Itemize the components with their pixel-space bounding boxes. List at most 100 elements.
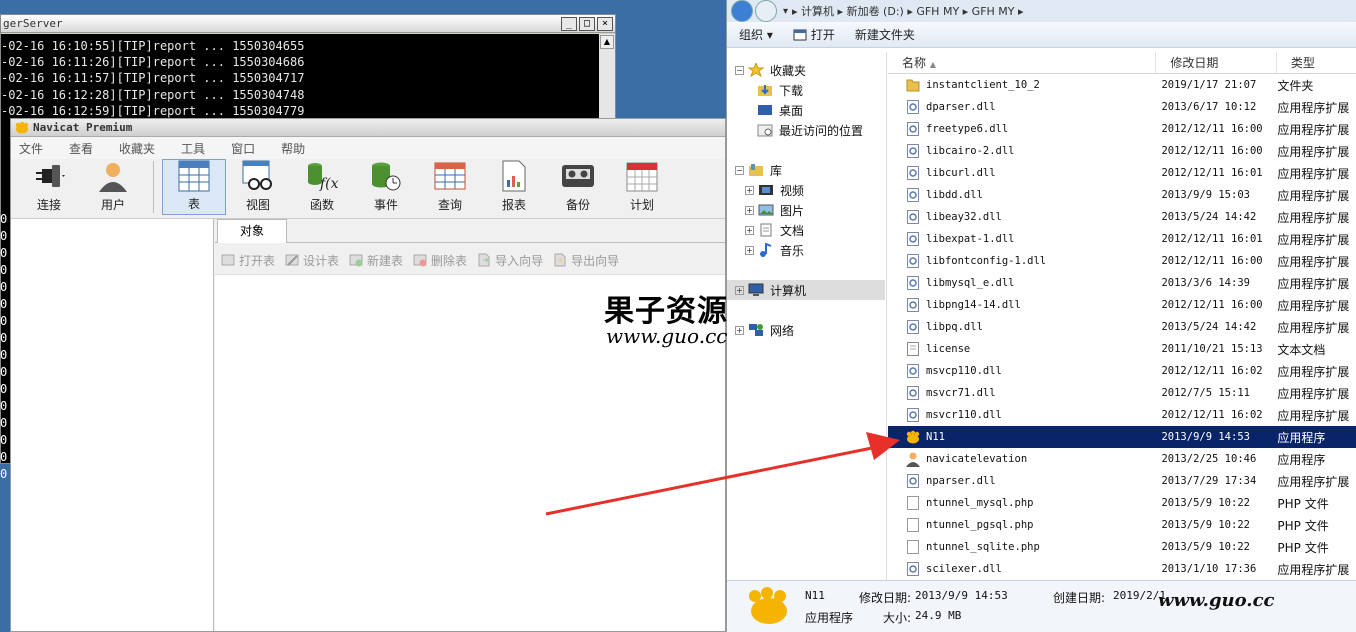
file-row[interactable]: libpng14-14.dll 2012/12/11 16:00 应用程序扩展 — [888, 294, 1356, 316]
collapse-icon[interactable]: − — [735, 65, 744, 75]
new-table-button[interactable]: 新建表 — [349, 252, 403, 269]
file-row[interactable]: libcairo-2.dll 2012/12/11 16:00 应用程序扩展 — [888, 140, 1356, 162]
open-icon — [793, 29, 807, 40]
collapse-icon[interactable]: − — [735, 165, 744, 175]
nav-desktop[interactable]: 桌面 — [757, 100, 803, 120]
expand-icon[interactable]: + — [745, 205, 754, 215]
open-table-button[interactable]: 打开表 — [221, 252, 275, 269]
minimize-button[interactable]: _ — [561, 16, 577, 31]
menu-window[interactable]: 窗口 — [231, 140, 255, 157]
export-wizard-button[interactable]: 导出向导 — [553, 252, 619, 269]
file-row[interactable]: ntunnel_pgsql.php 2013/5/9 10:22 PHP 文件 — [888, 514, 1356, 536]
toolbar-backup-button[interactable]: 备份 — [546, 159, 610, 215]
column-name[interactable]: 名称 ▲ — [888, 52, 1157, 73]
navicat-window: Navicat Premium 文件 查看 收藏夹 工具 窗口 帮助 连接 用户… — [10, 118, 726, 632]
file-row[interactable]: license 2011/10/21 15:13 文本文档 — [888, 338, 1356, 360]
file-row[interactable]: libcurl.dll 2012/12/11 16:01 应用程序扩展 — [888, 162, 1356, 184]
expand-icon[interactable]: + — [745, 245, 754, 255]
toolbar-user-button[interactable]: 用户 — [81, 159, 145, 215]
toolbar-query-button[interactable]: 查询 — [418, 159, 482, 215]
expand-icon[interactable]: + — [745, 225, 754, 235]
file-row[interactable]: dparser.dll 2013/6/17 10:12 应用程序扩展 — [888, 96, 1356, 118]
file-row[interactable]: nparser.dll 2013/7/29 17:34 应用程序扩展 — [888, 470, 1356, 492]
console-line: -02-16 16:12:28][TIP]report ... 15503047… — [1, 87, 305, 102]
nav-videos[interactable]: + 视频 — [745, 180, 804, 200]
column-type[interactable]: 类型 — [1277, 52, 1356, 73]
file-row[interactable]: libmysql_e.dll 2013/3/6 14:39 应用程序扩展 — [888, 272, 1356, 294]
dll-icon — [906, 187, 926, 203]
detail-modified-label: 修改日期: — [859, 591, 912, 605]
file-type: 应用程序扩展 — [1277, 364, 1350, 379]
file-row[interactable]: libfontconfig-1.dll 2012/12/11 16:00 应用程序扩… — [888, 250, 1356, 272]
file-name: ntunnel_pgsql.php — [926, 519, 1034, 531]
design-table-button[interactable]: 设计表 — [285, 252, 339, 269]
file-row[interactable]: libdd.dll 2013/9/9 15:03 应用程序扩展 — [888, 184, 1356, 206]
file-type: 应用程序扩展 — [1277, 144, 1350, 159]
file-row[interactable]: msvcp110.dll 2012/12/11 16:02 应用程序扩展 — [888, 360, 1356, 382]
toolbar-function-button[interactable]: f(x) 函数 — [290, 159, 354, 215]
file-row[interactable]: ntunnel_sqlite.php 2013/5/9 10:22 PHP 文件 — [888, 536, 1356, 558]
nav-network[interactable]: + 网络 — [735, 320, 794, 340]
toolbar-report-button[interactable]: 报表 — [482, 159, 546, 215]
navicat-icon — [906, 429, 926, 445]
file-row[interactable]: libexpat-1.dll 2012/12/11 16:01 应用程序扩展 — [888, 228, 1356, 250]
nav-computer[interactable]: + 计算机 — [727, 280, 885, 300]
file-row[interactable]: msvcr110.dll 2012/12/11 16:02 应用程序扩展 — [888, 404, 1356, 426]
nav-label: 最近访问的位置 — [779, 123, 864, 138]
back-icon[interactable] — [731, 0, 753, 22]
toolbar-connect-button[interactable]: 连接 — [17, 159, 81, 215]
file-row[interactable]: scilexer.dll 2013/1/10 17:36 应用程序扩展 — [888, 558, 1356, 580]
scroll-up-icon[interactable]: ▲ — [600, 35, 614, 49]
menu-view[interactable]: 查看 — [69, 140, 93, 157]
breadcrumb[interactable]: ▸ 计算机 ▸ 新加卷 (D:) ▸ GFH MY ▸ GFH MY ▸ — [792, 3, 1024, 19]
menu-file[interactable]: 文件 — [19, 140, 43, 157]
column-modified[interactable]: 修改日期 — [1156, 52, 1277, 73]
nav-documents[interactable]: + 文档 — [745, 220, 804, 240]
open-button[interactable]: 打开 — [793, 26, 835, 43]
file-date: 2013/5/9 10:22 — [1161, 541, 1250, 553]
nav-favorites[interactable]: − 收藏夹 — [735, 60, 806, 80]
expand-icon[interactable]: + — [735, 285, 744, 295]
file-row[interactable]: ntunnel_mysql.php 2013/5/9 10:22 PHP 文件 — [888, 492, 1356, 514]
delete-table-button[interactable]: 删除表 — [413, 252, 467, 269]
import-wizard-button[interactable]: 导入向导 — [477, 252, 543, 269]
file-name-cell: libeay32.dll — [888, 209, 1159, 225]
new-table-icon — [349, 254, 363, 267]
php-file-icon — [906, 539, 926, 555]
new-folder-button[interactable]: 新建文件夹 — [855, 26, 915, 43]
toolbar-schedule-button[interactable]: 计划 — [610, 159, 674, 215]
file-date: 2013/9/9 14:53 — [1161, 431, 1250, 443]
detail-created-label: 创建日期: — [1053, 591, 1106, 605]
nav-libraries[interactable]: − 库 — [735, 160, 782, 180]
toolbar-view-button[interactable]: 视图 — [226, 159, 290, 215]
file-date: 2013/5/9 10:22 — [1161, 497, 1250, 509]
nav-recent-places[interactable]: 最近访问的位置 — [757, 120, 863, 140]
close-button[interactable]: × — [597, 16, 613, 31]
nav-pictures[interactable]: + 图片 — [745, 200, 804, 220]
file-row[interactable]: N11 2013/9/9 14:53 应用程序 — [888, 426, 1356, 448]
file-row[interactable]: libpq.dll 2013/5/24 14:42 应用程序扩展 — [888, 316, 1356, 338]
connection-tree[interactable] — [11, 219, 214, 631]
maximize-button[interactable]: □ — [579, 16, 595, 31]
file-row[interactable]: freetype6.dll 2012/12/11 16:00 应用程序扩展 — [888, 118, 1356, 140]
file-row[interactable]: libeay32.dll 2013/5/24 14:42 应用程序扩展 — [888, 206, 1356, 228]
nav-music[interactable]: + 音乐 — [745, 240, 804, 260]
menu-help[interactable]: 帮助 — [281, 140, 305, 157]
nav-downloads[interactable]: 下载 — [757, 80, 803, 100]
expand-icon[interactable]: + — [745, 185, 754, 195]
toolbar-event-button[interactable]: 事件 — [354, 159, 418, 215]
file-row[interactable]: navicatelevation 2013/2/25 10:46 应用程序 — [888, 448, 1356, 470]
expand-icon[interactable]: + — [735, 325, 744, 335]
file-row[interactable]: instantclient_10_2 2019/1/17 21:07 文件夹 — [888, 74, 1356, 96]
history-dropdown-icon[interactable]: ▾ — [783, 6, 788, 17]
menu-tools[interactable]: 工具 — [181, 140, 205, 157]
menu-favorites[interactable]: 收藏夹 — [119, 140, 155, 157]
file-row[interactable]: msvcr71.dll 2012/7/5 15:11 应用程序扩展 — [888, 382, 1356, 404]
file-date: 2013/5/24 14:42 — [1161, 321, 1257, 333]
column-label: 名称 — [902, 56, 927, 70]
toolbar-table-button[interactable]: 表 — [162, 159, 226, 215]
forward-icon[interactable] — [755, 0, 777, 22]
toolbar-label: 视图 — [245, 198, 270, 212]
organize-button[interactable]: 组织 ▾ — [739, 26, 773, 43]
tab-objects[interactable]: 对象 — [217, 219, 287, 243]
